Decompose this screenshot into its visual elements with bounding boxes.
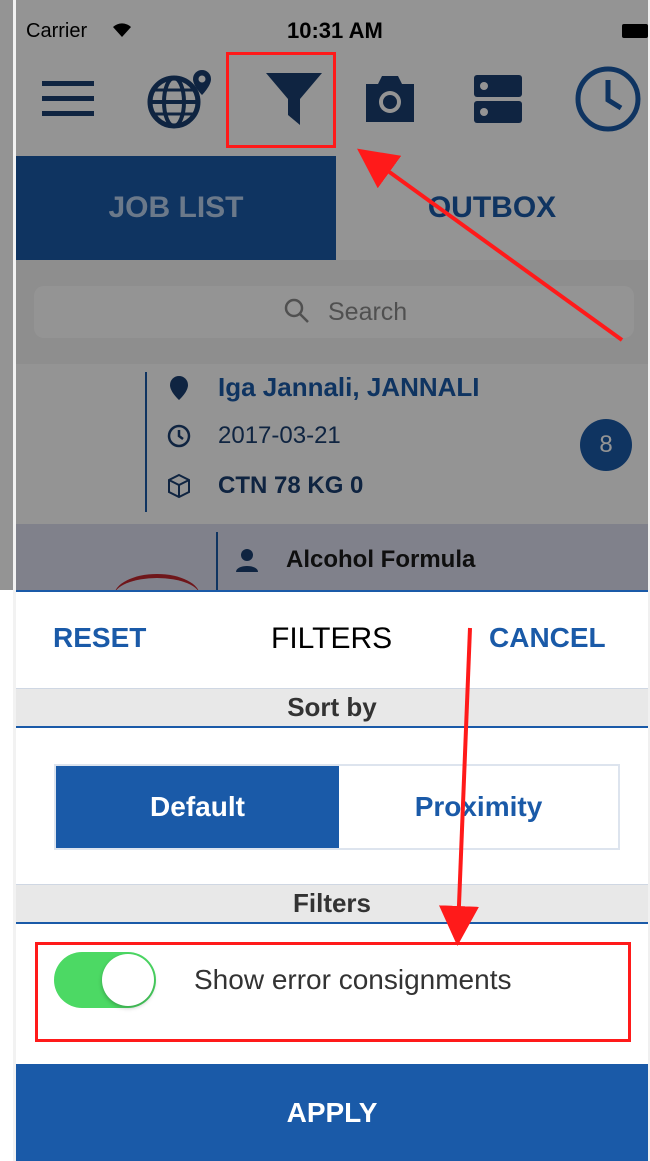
sort-by-section-header: Sort by	[16, 688, 648, 728]
annotation-box-toggle	[35, 942, 631, 1042]
filter-sheet-header: RESET FILTERS CANCEL	[16, 590, 648, 688]
filter-sheet-title: FILTERS	[271, 622, 393, 655]
filters-section-header: Filters	[16, 884, 648, 924]
app-screen: Carrier 10:31 AM JOB LIST OUTBOX Search …	[0, 0, 650, 1161]
apply-button[interactable]: APPLY	[16, 1064, 648, 1161]
reset-button[interactable]: RESET	[53, 622, 146, 654]
frame-border-left	[13, 0, 16, 1161]
sort-segmented-control: Default Proximity	[54, 764, 620, 850]
sort-default-option[interactable]: Default	[56, 766, 339, 848]
cancel-button[interactable]: CANCEL	[489, 622, 606, 654]
annotation-box-filter	[226, 52, 336, 148]
sort-proximity-option[interactable]: Proximity	[339, 766, 618, 848]
filter-sheet: RESET FILTERS CANCEL Sort by Default Pro…	[16, 590, 648, 1161]
